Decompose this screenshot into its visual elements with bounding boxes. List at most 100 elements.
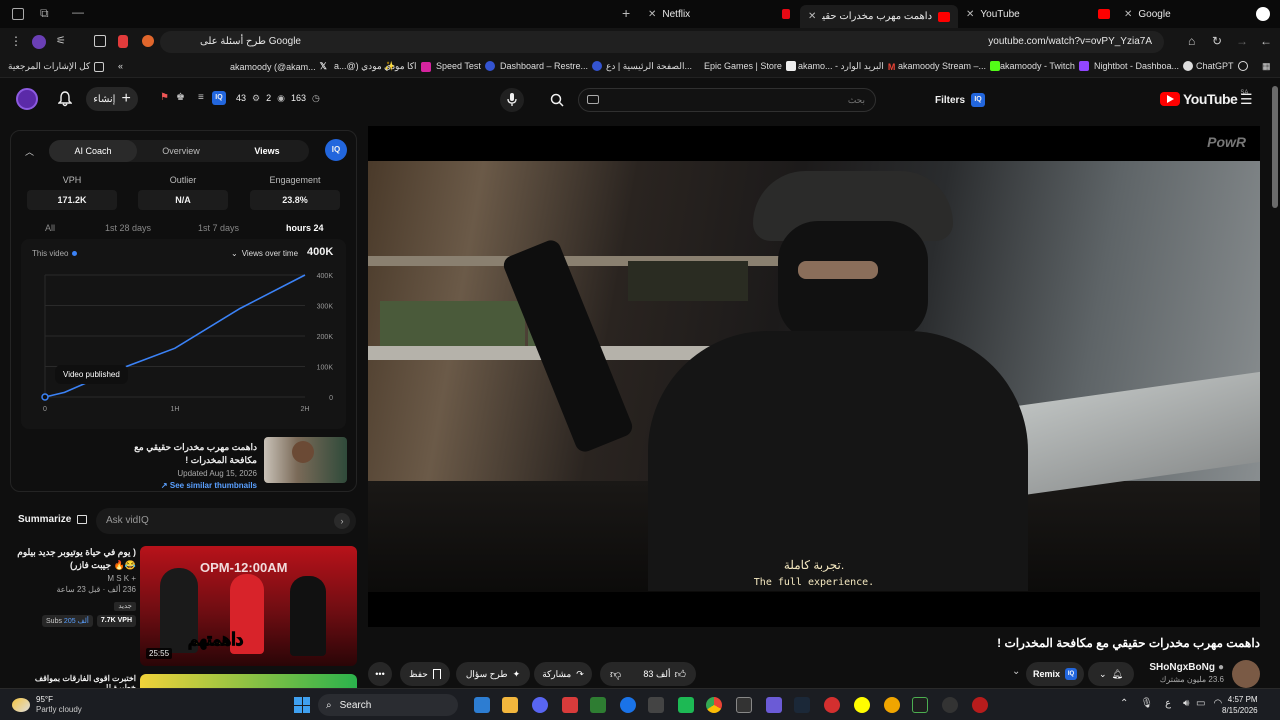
vidiq-flag-icon[interactable]: ⚑	[160, 92, 169, 103]
dislike-button[interactable]: 👎︎	[610, 668, 621, 681]
tab-netflix[interactable]: ✕ Netflix	[648, 5, 690, 23]
ask-vidiq-input[interactable]: Ask vidIQ ›	[96, 508, 356, 534]
close-icon[interactable]: ✕	[808, 11, 816, 22]
share-button[interactable]: مشاركة ↷	[534, 662, 592, 686]
bookmark-chatgpt[interactable]: ChatGPT	[1196, 61, 1248, 71]
tab-current-video[interactable]: ✕ داهمت مهرب مخدرات حقيقي مع	[800, 5, 958, 28]
chrome-icon[interactable]	[706, 697, 722, 713]
app-circle-red-icon[interactable]	[824, 697, 840, 713]
bookmark-nightbot[interactable]: Nightbot - Dashboa...	[1094, 61, 1194, 71]
bookmark-kick[interactable]: akamoody Stream –...	[898, 61, 1001, 71]
channel-avatar[interactable]	[1232, 660, 1260, 688]
file-explorer-task-icon[interactable]	[474, 697, 490, 713]
edge-icon[interactable]	[620, 697, 636, 713]
home-icon[interactable]: ⌂	[1188, 34, 1195, 48]
new-tab-button[interactable]: +	[622, 5, 630, 21]
youtube-logo[interactable]: YouTube SA	[1160, 90, 1248, 107]
subscribe-button[interactable]: ⌄ 🔔︎	[1088, 662, 1134, 686]
discord-icon[interactable]	[532, 697, 548, 713]
like-button[interactable]: 83 ألف 👍︎	[643, 668, 686, 681]
taskbar-search[interactable]: ⌕ Search	[318, 694, 458, 716]
bookmark-twitch[interactable]: akamoody - Twitch	[1000, 61, 1089, 71]
vidiq-trophy-icon[interactable]: ♚	[176, 92, 185, 103]
app-terminal-icon[interactable]	[912, 697, 928, 713]
related-video-info[interactable]: ( يوم في حياة يوتيوبر جديد بيلوم 😂🔥 جيبت…	[10, 546, 136, 627]
settings-icon[interactable]	[942, 697, 958, 713]
red-extension-icon[interactable]	[118, 35, 128, 48]
minimize-icon[interactable]: —	[72, 5, 84, 19]
close-icon[interactable]: ✕	[1124, 9, 1132, 20]
app-green-icon[interactable]	[678, 697, 694, 713]
range-24-hours[interactable]: hours 24	[286, 223, 324, 233]
vidiq-logo-icon[interactable]: IQ	[212, 91, 226, 105]
tab-ai-coach[interactable]: AI Coach	[49, 140, 137, 162]
app-red-icon[interactable]	[562, 697, 578, 713]
close-icon[interactable]: ✕	[966, 9, 974, 20]
bookmark-epic[interactable]: Epic Games | Store	[704, 61, 796, 71]
bookmark-arabic-home[interactable]: الصفحة الرئيسية | دع...	[606, 61, 692, 72]
expand-chevron-icon[interactable]: ⌄	[1012, 666, 1020, 677]
create-button[interactable]: إنشاء +	[86, 87, 138, 111]
related-thumbnail[interactable]: OPM-12:00AM داهمتهم 25:55	[140, 546, 357, 666]
back-icon[interactable]: ←	[1260, 34, 1272, 48]
window-restore-icon[interactable]	[12, 8, 24, 20]
tab-search-icon[interactable]	[94, 35, 106, 47]
tray-icons-2[interactable]: ▭ ◠	[1196, 698, 1222, 709]
xbox-icon[interactable]	[590, 697, 606, 713]
bookmark-x[interactable]: akamoody (@akam... 𝕏	[230, 61, 327, 72]
extension-icon[interactable]	[32, 35, 46, 49]
bookmark-speedtest[interactable]: Speed Test	[436, 61, 495, 71]
bookmark-gmail[interactable]: akamo... - البريد الوارد M	[798, 61, 895, 72]
summarize-button[interactable]: Summarize	[18, 514, 88, 525]
obs-icon[interactable]	[736, 697, 752, 713]
more-actions-button[interactable]: •••	[368, 662, 392, 686]
menu-dots-icon[interactable]: ⋮	[10, 34, 22, 48]
send-icon[interactable]: ›	[334, 513, 350, 529]
see-similar-link[interactable]: ↗ See similar thumbnails	[107, 481, 257, 490]
bookmark-instagram-2[interactable]: اكا مودي	[384, 61, 431, 72]
reload-icon[interactable]: ↻	[1212, 34, 1222, 48]
hamburger-menu-icon[interactable]: ☰	[1240, 91, 1253, 108]
remix-button[interactable]: Remix IQ	[1026, 662, 1084, 686]
search-button[interactable]	[544, 88, 570, 112]
bookmarks-overflow-icon[interactable]: «	[118, 61, 123, 71]
ask-button[interactable]: طرح سؤال ✦	[456, 662, 530, 686]
related-thumbnail-2[interactable]	[140, 674, 357, 688]
avatar[interactable]	[16, 88, 38, 110]
video-player[interactable]: PowR تجربة كاملة. The full experience.	[368, 126, 1260, 627]
notifications-bell-icon[interactable]	[56, 90, 74, 108]
steam-icon[interactable]	[794, 697, 810, 713]
filters-button[interactable]: Filters IQ	[935, 93, 986, 107]
vidiq-menu-icon[interactable]: ≡	[198, 92, 204, 103]
bookmark-restream[interactable]: Dashboard – Restre...	[500, 61, 603, 71]
vidiq-video-thumbnail[interactable]	[264, 437, 347, 483]
save-button[interactable]: حفظ	[400, 662, 450, 686]
pip-icon[interactable]: ⧉	[40, 6, 49, 21]
tune-icon[interactable]: ⚟	[56, 34, 66, 47]
system-tray[interactable]: ⌃ 🎙︎ ع 🔊︎	[1120, 698, 1189, 709]
vidiq-badge-icon[interactable]: IQ	[325, 139, 347, 161]
tab-google[interactable]: ✕ Google	[1124, 5, 1171, 23]
folder-icon[interactable]	[502, 697, 518, 713]
google-lens-prompt[interactable]: طرح أسئلة على Google	[200, 36, 301, 47]
store-icon[interactable]	[648, 697, 664, 713]
video-frame[interactable]: تجربة كاملة. The full experience.	[368, 161, 1260, 592]
app-orange-icon[interactable]	[884, 697, 900, 713]
address-bar[interactable]: طرح أسئلة على Google youtube.com/watch?v…	[160, 31, 1164, 53]
channel-info[interactable]: SHoNgxBoNg ● 23.6 مليون مشترك	[1148, 662, 1224, 684]
range-all[interactable]: All	[45, 223, 55, 233]
voice-search-button[interactable]	[500, 88, 524, 112]
range-7-days[interactable]: 1st 7 days	[198, 223, 239, 233]
weather-widget[interactable]: 95°F Partly cloudy	[12, 695, 82, 715]
tab-overview[interactable]: Overview	[137, 140, 225, 162]
app-purple-icon[interactable]	[766, 697, 782, 713]
forward-icon[interactable]: →	[1236, 34, 1248, 48]
windows-start-icon[interactable]	[294, 697, 310, 713]
app-red2-icon[interactable]	[972, 697, 988, 713]
orange-extension-icon[interactable]	[142, 35, 154, 47]
keyboard-icon[interactable]	[587, 95, 599, 104]
clock[interactable]: 4:57 PM 8/15/2026	[1222, 694, 1258, 716]
range-28-days[interactable]: 1st 28 days	[105, 223, 151, 233]
snapchat-icon[interactable]	[854, 697, 870, 713]
tab-views[interactable]: Views	[225, 140, 309, 162]
